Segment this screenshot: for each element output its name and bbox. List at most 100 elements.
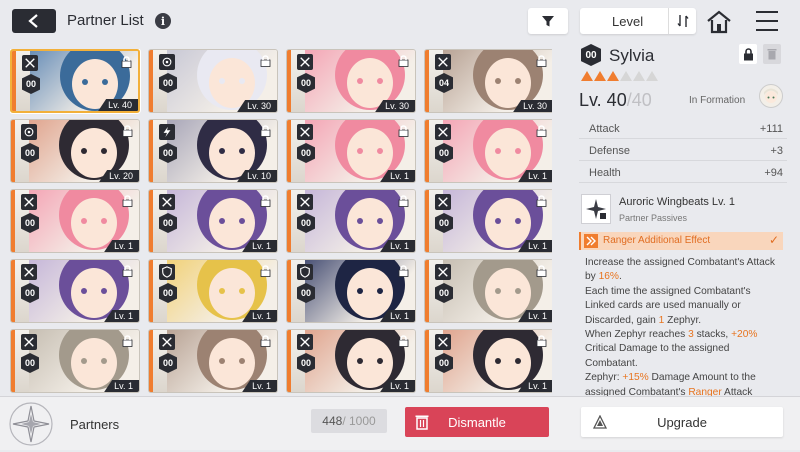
partner-card[interactable]: 00 Lv. 30 bbox=[286, 49, 416, 113]
partner-card[interactable]: 00 Lv. 1 bbox=[424, 329, 552, 393]
lock-icon bbox=[536, 265, 547, 277]
partner-grid: 00 Lv. 40 00 Lv. 30 00 Lv. 30 04 Lv. 30 00 Lv. 20… bbox=[10, 49, 552, 394]
star-icon bbox=[594, 71, 606, 81]
partner-card[interactable]: 00 Lv. 1 bbox=[424, 259, 552, 323]
partner-card[interactable]: 00 Lv. 1 bbox=[286, 189, 416, 253]
rarity-stripe bbox=[149, 50, 153, 112]
partner-card[interactable]: 00 Lv. 20 bbox=[10, 119, 140, 183]
partner-card[interactable]: 00 Lv. 1 bbox=[10, 189, 140, 253]
lock-icon bbox=[260, 335, 271, 347]
bottom-bar: Partners 448 / 1000 Dismantle Upgrade bbox=[0, 396, 800, 450]
partner-level: Lv. 40/40 bbox=[579, 90, 652, 111]
desc-highlight: Ranger bbox=[688, 386, 722, 396]
compass-emblem-icon bbox=[8, 401, 54, 447]
crossed-swords-icon bbox=[21, 194, 37, 210]
crossed-swords-icon bbox=[21, 334, 37, 350]
partner-card[interactable]: 00 Lv. 1 bbox=[148, 189, 278, 253]
partner-card[interactable]: 00 Lv. 1 bbox=[148, 329, 278, 393]
crossed-swords-icon bbox=[159, 334, 175, 350]
partner-card[interactable]: 00 Lv. 10 bbox=[148, 119, 278, 183]
rarity-stripe bbox=[11, 190, 15, 252]
lock-icon bbox=[536, 195, 547, 207]
lock-icon bbox=[122, 125, 133, 137]
crossed-swords-icon bbox=[297, 194, 313, 210]
shield-icon bbox=[159, 264, 175, 280]
partner-card[interactable]: 00 Lv. 1 bbox=[286, 259, 416, 323]
rarity-stripe bbox=[425, 50, 429, 112]
sort-label: Level bbox=[612, 14, 644, 29]
count-current: 448 bbox=[322, 414, 343, 428]
stat-value: +3 bbox=[770, 145, 783, 157]
lock-icon bbox=[398, 335, 409, 347]
dismantle-button[interactable]: Dismantle bbox=[405, 407, 549, 437]
home-button[interactable] bbox=[706, 9, 732, 35]
filter-icon bbox=[542, 16, 554, 27]
trash-icon bbox=[415, 415, 429, 430]
skill-icon[interactable] bbox=[581, 194, 611, 224]
stat-row-attack: Attack +111 bbox=[579, 119, 787, 139]
desc-text: Zephyr. bbox=[664, 314, 702, 326]
partner-card[interactable]: 00 Lv. 1 bbox=[424, 189, 552, 253]
partner-card[interactable]: 00 Lv. 40 bbox=[10, 49, 140, 113]
formation-avatar[interactable] bbox=[759, 84, 783, 108]
crossed-swords-icon bbox=[159, 194, 175, 210]
filter-button[interactable] bbox=[528, 8, 568, 34]
desc-highlight: +15% bbox=[622, 372, 649, 384]
ranger-effect-bar[interactable]: Ranger Additional Effect ✓ bbox=[579, 232, 783, 250]
skill-name: Auroric Wingbeats Lv. 1 bbox=[619, 196, 735, 208]
lock-icon bbox=[260, 55, 271, 67]
partner-card[interactable]: 00 Lv. 1 bbox=[286, 329, 416, 393]
crossed-swords-icon bbox=[297, 124, 313, 140]
lock-icon bbox=[398, 55, 409, 67]
menu-icon bbox=[756, 11, 778, 13]
stat-label: Health bbox=[589, 167, 621, 179]
lock-icon bbox=[536, 125, 547, 137]
sort-direction-icon bbox=[676, 15, 689, 27]
star-rating bbox=[581, 71, 658, 81]
desc-text: Attack bbox=[721, 386, 753, 396]
rarity-stripe bbox=[11, 260, 15, 322]
crossed-swords-icon bbox=[22, 55, 38, 71]
trash-button[interactable] bbox=[763, 44, 781, 64]
rarity-badge: 00 bbox=[581, 44, 601, 66]
stat-value: +94 bbox=[764, 167, 783, 179]
rarity-stripe bbox=[149, 120, 153, 182]
formation-label: In Formation bbox=[689, 95, 746, 106]
lock-icon bbox=[122, 335, 133, 347]
partner-card[interactable]: 00 Lv. 1 bbox=[424, 119, 552, 183]
partner-card[interactable]: 00 Lv. 1 bbox=[10, 259, 140, 323]
desc-text: Zephyr: bbox=[585, 372, 623, 384]
crossed-swords-icon bbox=[435, 54, 451, 70]
back-button[interactable] bbox=[12, 9, 56, 33]
rarity-stripe bbox=[11, 120, 15, 182]
sort-direction-button[interactable] bbox=[668, 8, 696, 34]
back-arrow-icon bbox=[28, 14, 38, 28]
partner-card[interactable]: 00 Lv. 1 bbox=[10, 329, 140, 393]
shield-icon bbox=[297, 264, 313, 280]
partner-card[interactable]: 04 Lv. 30 bbox=[424, 49, 552, 113]
menu-button[interactable] bbox=[756, 11, 778, 31]
rarity-stripe bbox=[425, 120, 429, 182]
rarity-stripe bbox=[425, 260, 429, 322]
upgrade-arrow-icon bbox=[593, 415, 607, 429]
lock-toggle-button[interactable] bbox=[739, 44, 757, 64]
partner-card[interactable]: 00 Lv. 1 bbox=[286, 119, 416, 183]
crossed-swords-icon bbox=[435, 334, 451, 350]
rarity-stripe bbox=[425, 190, 429, 252]
partner-card[interactable]: 00 Lv. 30 bbox=[148, 49, 278, 113]
info-icon[interactable]: i bbox=[155, 13, 171, 29]
sort-select[interactable]: Level bbox=[580, 8, 696, 34]
page-title: Partner List bbox=[67, 12, 144, 29]
partner-card[interactable]: 00 Lv. 1 bbox=[148, 259, 278, 323]
rarity-stripe bbox=[11, 330, 15, 392]
upgrade-button[interactable]: Upgrade bbox=[581, 407, 783, 437]
effect-label: Ranger Additional Effect bbox=[603, 235, 711, 246]
partner-detail-panel: 00 Sylvia Lv. 40/40 In Formation Attack … bbox=[567, 42, 800, 396]
crossed-swords-icon bbox=[297, 334, 313, 350]
check-icon: ✓ bbox=[768, 233, 779, 247]
lightning-icon bbox=[159, 124, 175, 140]
star-icon bbox=[646, 71, 658, 81]
dismantle-label: Dismantle bbox=[448, 414, 506, 430]
lock-icon bbox=[536, 335, 547, 347]
desc-text: . bbox=[618, 271, 622, 283]
